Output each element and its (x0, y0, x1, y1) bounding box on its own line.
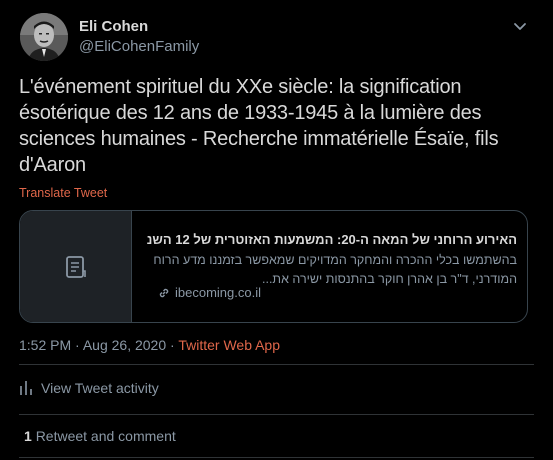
tweet-source-link[interactable]: Twitter Web App (178, 337, 280, 353)
divider (19, 457, 534, 458)
meta-separator: · (75, 337, 80, 353)
card-description: בהשתמשו בכלי ההכרה והמחקר המדויקים שמאפש… (153, 253, 517, 286)
display-name[interactable]: Eli Cohen (79, 18, 148, 35)
card-title: האירוע הרוחני של המאה ה-20: המשמעות האזו… (147, 232, 517, 247)
translate-tweet-link[interactable]: Translate Tweet (19, 186, 107, 200)
avatar-portrait-image (20, 13, 68, 61)
user-handle[interactable]: @EliCohenFamily (79, 38, 199, 55)
card-thumbnail (20, 211, 132, 322)
divider (19, 364, 534, 365)
meta-separator: · (170, 337, 175, 353)
retweet-count: 1 (24, 428, 32, 444)
link-icon (159, 288, 169, 297)
retweets-and-comments-link[interactable]: 1 Retweet and comment (24, 428, 176, 444)
analytics-icon (20, 381, 32, 395)
tweet-text: L'événement spirituel du XXe siècle: la … (19, 76, 499, 176)
tweet-detail: Eli Cohen @EliCohenFamily L'événement sp… (0, 0, 553, 460)
tweet-time[interactable]: 1:52 PM (19, 337, 71, 353)
link-preview-card[interactable]: האירוע הרוחני של המאה ה-20: המשמעות האזו… (19, 210, 528, 323)
card-body: האירוע הרוחני של המאה ה-20: המשמעות האזו… (147, 231, 517, 289)
view-tweet-activity-button[interactable]: View Tweet activity (19, 380, 159, 396)
more-options-button[interactable] (508, 14, 532, 38)
card-domain: ibecoming.co.il (157, 285, 261, 300)
divider (19, 414, 534, 415)
card-domain-text: ibecoming.co.il (175, 285, 261, 300)
tweet-date[interactable]: Aug 26, 2020 (83, 337, 166, 353)
retweet-label: Retweet and comment (35, 428, 176, 444)
avatar[interactable] (20, 13, 68, 61)
document-icon (65, 255, 86, 278)
tweet-timestamp: 1:52 PM · Aug 26, 2020 · Twitter Web App (19, 337, 280, 353)
view-tweet-activity-label: View Tweet activity (41, 380, 159, 396)
chevron-down-icon (514, 23, 526, 30)
